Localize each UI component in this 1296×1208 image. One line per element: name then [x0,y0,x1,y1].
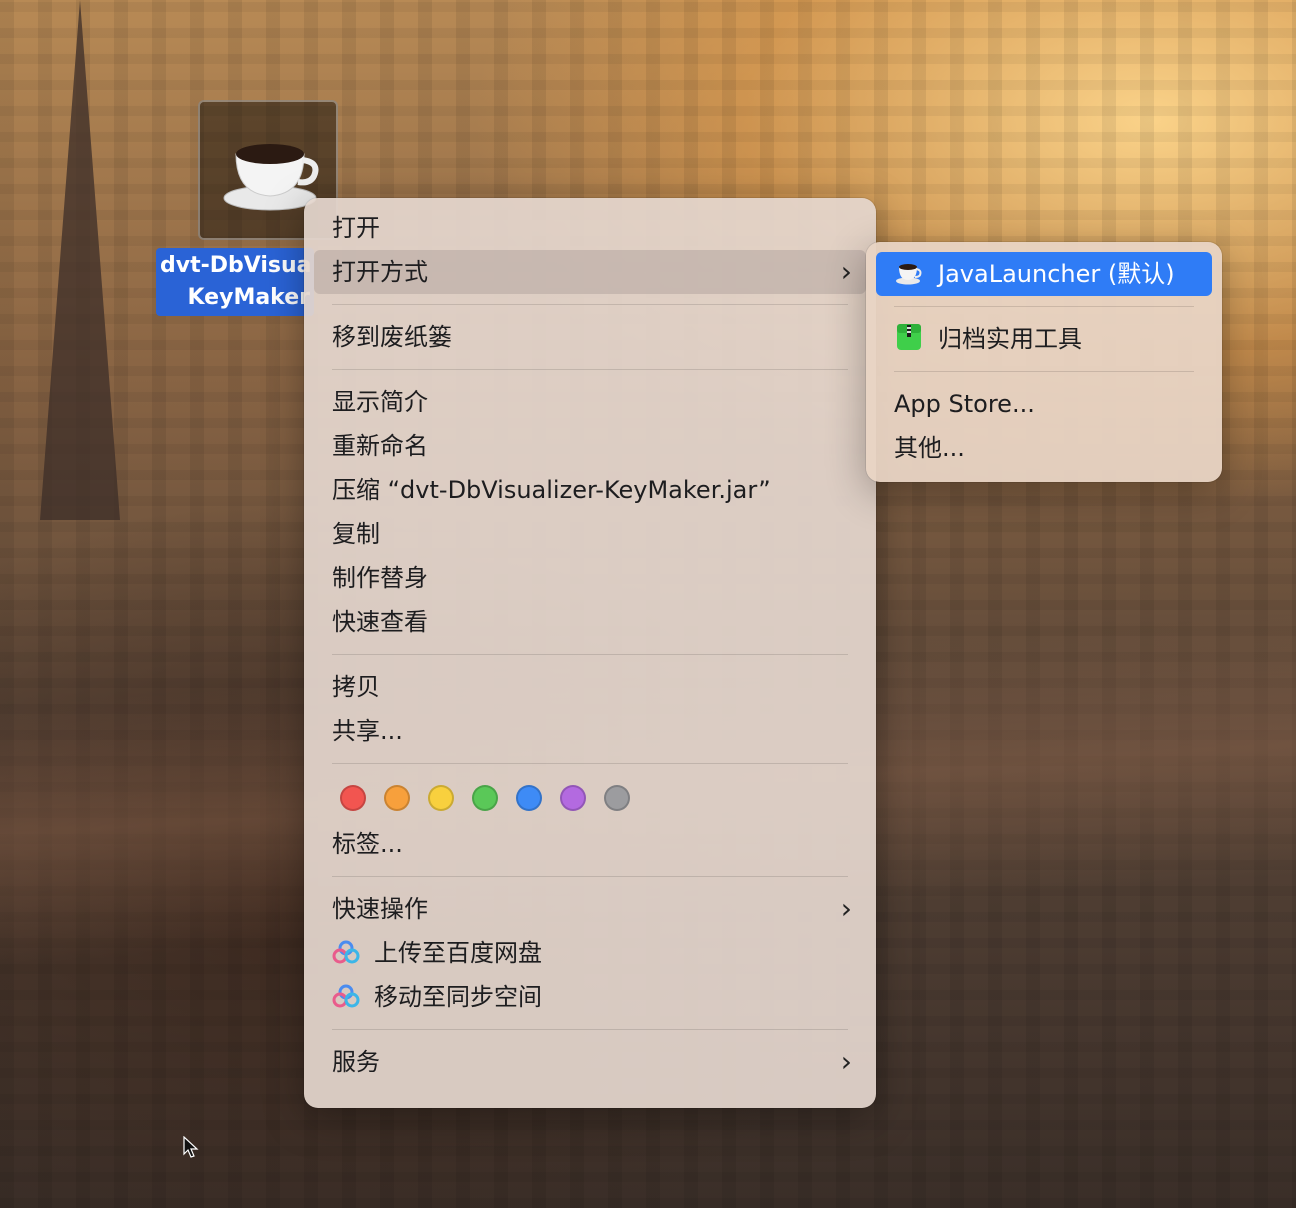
chevron-right-icon: › [840,892,852,925]
menu-item-move-sync[interactable]: 移动至同步空间 [314,975,866,1019]
tag-blue-dot[interactable] [516,785,542,811]
menu-item-open[interactable]: 打开 [314,206,866,250]
menu-separator [894,306,1194,307]
baidu-sync-icon [332,984,360,1008]
menu-separator [894,371,1194,372]
submenu-item-javalauncher[interactable]: JavaLauncher (默认) [876,252,1212,296]
menu-separator [332,304,848,305]
chevron-right-icon: › [840,255,852,288]
menu-item-make-alias[interactable]: 制作替身 [314,556,866,600]
menu-item-get-info[interactable]: 显示简介 [314,380,866,424]
archive-utility-icon [897,324,921,350]
menu-item-copy[interactable]: 拷贝 [314,665,866,709]
submenu-item-app-store[interactable]: App Store... [876,382,1212,426]
open-with-submenu: JavaLauncher (默认) 归档实用工具 App Store... 其他… [866,242,1222,482]
submenu-item-other[interactable]: 其他... [876,426,1212,470]
menu-item-quick-actions[interactable]: 快速操作 › [314,887,866,931]
tag-colors-row [314,774,866,822]
tag-gray-dot[interactable] [604,785,630,811]
baidu-netdisk-icon [332,940,360,964]
coffee-cup-icon [896,264,922,285]
mouse-cursor-icon [183,1136,199,1158]
menu-separator [332,763,848,764]
coffee-cup-icon [223,144,319,211]
tag-yellow-dot[interactable] [428,785,454,811]
menu-item-upload-baidu[interactable]: 上传至百度网盘 [314,931,866,975]
menu-item-services[interactable]: 服务 › [314,1040,866,1084]
file-name-label[interactable]: dvt-DbVisua KeyMaker [156,248,314,316]
menu-separator [332,876,848,877]
menu-item-quick-look[interactable]: 快速查看 [314,600,866,644]
wallpaper-tower [40,0,120,520]
menu-item-share[interactable]: 共享... [314,709,866,753]
menu-item-tags[interactable]: 标签... [314,822,866,866]
tag-green-dot[interactable] [472,785,498,811]
tag-orange-dot[interactable] [384,785,410,811]
menu-item-move-to-trash[interactable]: 移到废纸篓 [314,315,866,359]
tag-purple-dot[interactable] [560,785,586,811]
menu-separator [332,1029,848,1030]
submenu-item-archive-utility[interactable]: 归档实用工具 [876,317,1212,361]
menu-item-duplicate[interactable]: 复制 [314,512,866,556]
menu-item-rename[interactable]: 重新命名 [314,424,866,468]
context-menu: 打开 打开方式 › 移到废纸篓 显示简介 重新命名 压缩 “dvt-DbVisu… [304,198,876,1108]
chevron-right-icon: › [840,1045,852,1078]
menu-item-compress[interactable]: 压缩 “dvt-DbVisualizer-KeyMaker.jar” [314,468,866,512]
menu-separator [332,369,848,370]
menu-separator [332,654,848,655]
menu-item-open-with[interactable]: 打开方式 › [314,250,866,294]
tag-red-dot[interactable] [340,785,366,811]
